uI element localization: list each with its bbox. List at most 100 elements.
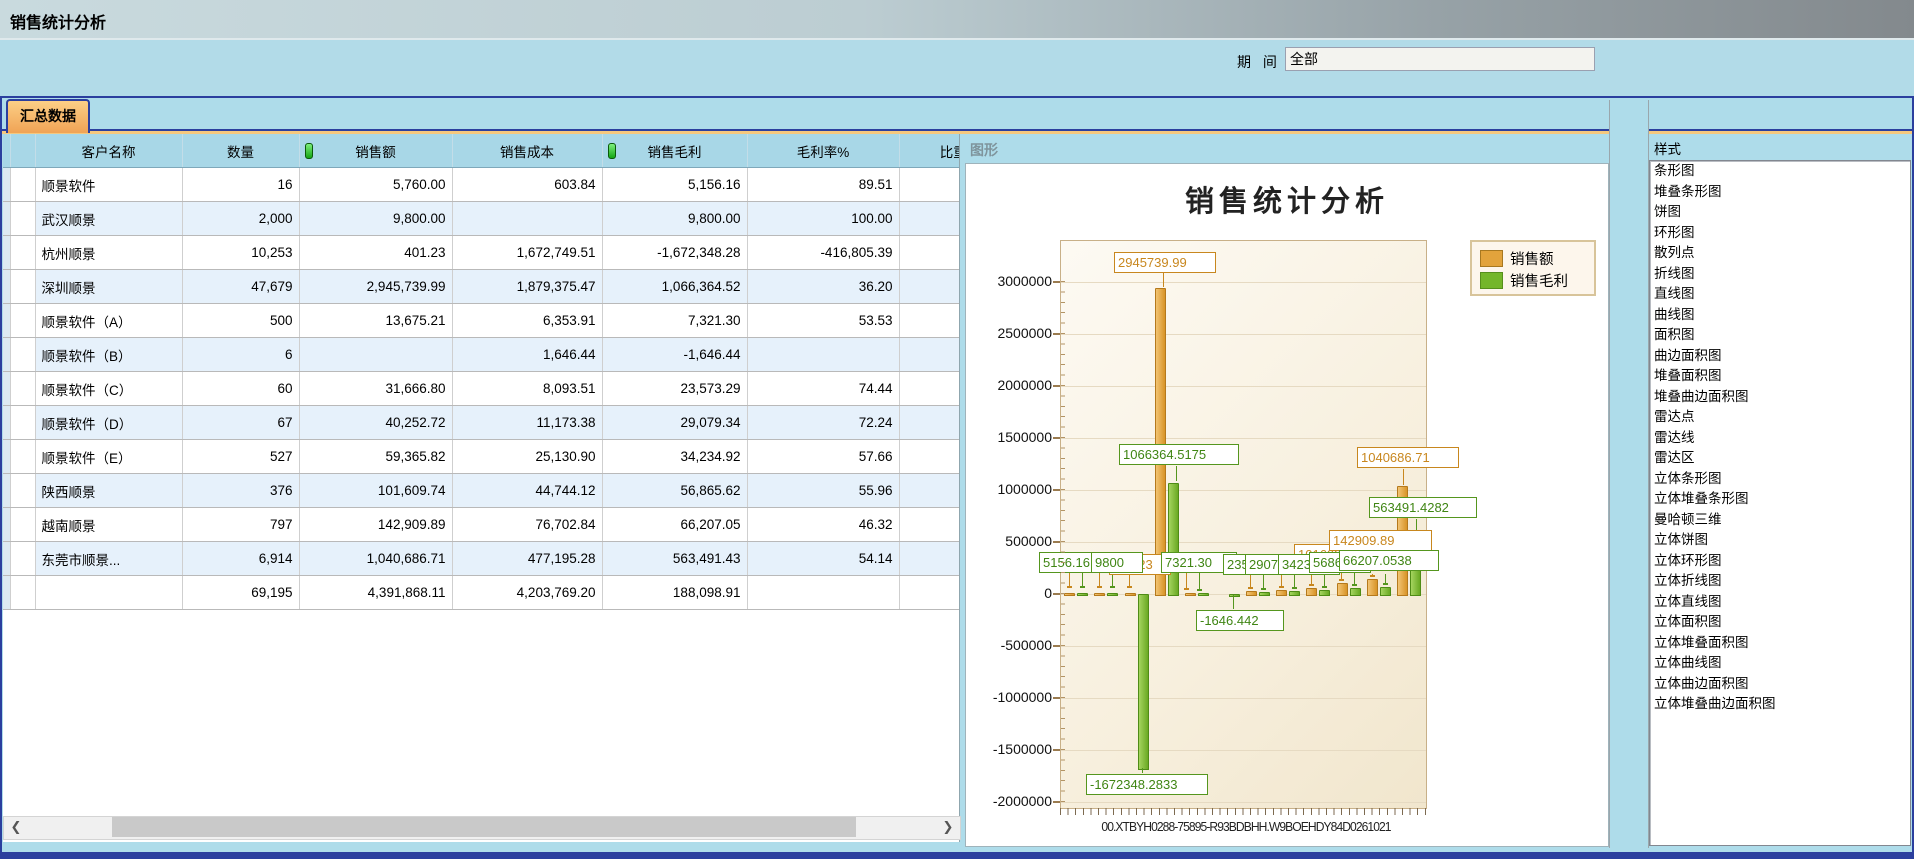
column-header[interactable]: 数量 bbox=[182, 134, 299, 168]
style-list-item[interactable]: 立体环形图 bbox=[1650, 551, 1910, 572]
table-row[interactable]: 越南顺景797142,909.8976,702.8466,207.0546.32 bbox=[3, 508, 960, 542]
style-list-item[interactable]: 立体堆叠曲边面积图 bbox=[1650, 694, 1910, 715]
table-row[interactable]: 顺景软件（E）52759,365.8225,130.9034,234.9257.… bbox=[3, 440, 960, 474]
style-list-item[interactable]: 立体曲边面积图 bbox=[1650, 674, 1910, 695]
table-row[interactable]: 顺景软件（A）50013,675.216,353.917,321.3053.53 bbox=[3, 304, 960, 338]
column-header[interactable] bbox=[10, 134, 35, 168]
table-cell bbox=[899, 508, 960, 542]
table-row[interactable]: 东莞市顺景...6,9141,040,686.71477,195.28563,4… bbox=[3, 542, 960, 576]
style-list-item[interactable]: 立体直线图 bbox=[1650, 592, 1910, 613]
row-header[interactable] bbox=[10, 406, 35, 440]
table-row[interactable]: 顺景软件（C）6031,666.808,093.5123,573.2974.44 bbox=[3, 372, 960, 406]
gridline bbox=[1061, 282, 1426, 283]
row-edge bbox=[3, 542, 10, 576]
row-header[interactable] bbox=[10, 304, 35, 338]
scroll-left-button[interactable]: ❮ bbox=[4, 817, 28, 837]
column-header[interactable]: 销售毛利 bbox=[602, 134, 747, 168]
table-cell: 4,203,769.20 bbox=[452, 576, 602, 610]
style-list-item[interactable]: 雷达点 bbox=[1650, 407, 1910, 428]
style-list-item[interactable]: 面积图 bbox=[1650, 325, 1910, 346]
row-header[interactable] bbox=[10, 338, 35, 372]
style-list-item[interactable]: 立体堆叠面积图 bbox=[1650, 633, 1910, 654]
chart-title: 销售统计分析 bbox=[966, 178, 1608, 220]
table-cell: 16 bbox=[182, 168, 299, 202]
style-list-item[interactable]: 雷达线 bbox=[1650, 428, 1910, 449]
table-row[interactable]: 陕西顺景376101,609.7444,744.1256,865.6255.96 bbox=[3, 474, 960, 508]
total-row[interactable]: 69,1954,391,868.114,203,769.20188,098.91 bbox=[3, 576, 960, 610]
row-header[interactable] bbox=[10, 202, 35, 236]
table-row[interactable]: 顺景软件（B）61,646.44-1,646.44 bbox=[3, 338, 960, 372]
row-edge bbox=[3, 202, 10, 236]
row-header[interactable] bbox=[10, 508, 35, 542]
style-list-item[interactable]: 立体曲线图 bbox=[1650, 653, 1910, 674]
style-panel-label: 样式 bbox=[1654, 138, 1681, 158]
table-row[interactable]: 杭州顺景10,253401.231,672,749.51-1,672,348.2… bbox=[3, 236, 960, 270]
style-list-item[interactable]: 立体饼图 bbox=[1650, 530, 1910, 551]
table-row[interactable]: 顺景软件（D）6740,252.7211,173.3829,079.3472.2… bbox=[3, 406, 960, 440]
scrollbar-thumb[interactable] bbox=[112, 817, 856, 837]
table-row[interactable]: 顺景软件165,760.00603.845,156.1689.51 bbox=[3, 168, 960, 202]
panel-splitter[interactable] bbox=[1609, 100, 1649, 848]
style-list-item[interactable]: 曲边面积图 bbox=[1650, 346, 1910, 367]
table-cell: 6,914 bbox=[182, 542, 299, 576]
column-header[interactable]: 毛利率% bbox=[747, 134, 899, 168]
style-list-item[interactable]: 散列点 bbox=[1650, 243, 1910, 264]
row-header[interactable] bbox=[10, 474, 35, 508]
row-edge bbox=[3, 508, 10, 542]
table-row[interactable]: 武汉顺景2,0009,800.009,800.00100.00 bbox=[3, 202, 960, 236]
bar-gross-profit bbox=[1138, 594, 1149, 770]
scroll-right-button[interactable]: ❯ bbox=[936, 817, 960, 837]
row-header[interactable] bbox=[10, 168, 35, 202]
style-list-item[interactable]: 雷达区 bbox=[1650, 448, 1910, 469]
callout-stem bbox=[1142, 768, 1143, 773]
row-edge bbox=[3, 168, 10, 202]
table-cell: 376 bbox=[182, 474, 299, 508]
table-cell: 顺景软件 bbox=[35, 168, 182, 202]
table-row[interactable]: 深圳顺景47,6792,945,739.991,879,375.471,066,… bbox=[3, 270, 960, 304]
table-cell: 深圳顺景 bbox=[35, 270, 182, 304]
callout-stem-foot bbox=[1110, 586, 1115, 588]
style-list-item[interactable]: 堆叠曲边面积图 bbox=[1650, 387, 1910, 408]
row-header[interactable] bbox=[10, 236, 35, 270]
tab-summary-data[interactable]: 汇总数据 bbox=[6, 99, 90, 133]
table-cell: 顺景软件（C） bbox=[35, 372, 182, 406]
style-list-item[interactable]: 曲线图 bbox=[1650, 305, 1910, 326]
row-header[interactable] bbox=[10, 542, 35, 576]
column-header[interactable]: 销售额 bbox=[299, 134, 452, 168]
table-cell: 76,702.84 bbox=[452, 508, 602, 542]
style-list-item[interactable]: 条形图 bbox=[1650, 161, 1910, 182]
row-header[interactable] bbox=[10, 440, 35, 474]
data-label: -1672348.2833 bbox=[1086, 774, 1208, 795]
style-list-item[interactable]: 立体折线图 bbox=[1650, 571, 1910, 592]
style-list-item[interactable]: 立体面积图 bbox=[1650, 612, 1910, 633]
style-list-item[interactable]: 曼哈顿三维 bbox=[1650, 510, 1910, 531]
column-header[interactable]: 客户名称 bbox=[35, 134, 182, 168]
style-list-item[interactable]: 环形图 bbox=[1650, 223, 1910, 244]
style-list-item[interactable]: 堆叠条形图 bbox=[1650, 182, 1910, 203]
style-list-item[interactable]: 饼图 bbox=[1650, 202, 1910, 223]
column-header[interactable]: 比重( bbox=[899, 134, 960, 168]
style-list-item[interactable]: 立体堆叠条形图 bbox=[1650, 489, 1910, 510]
row-header[interactable] bbox=[10, 576, 35, 610]
table-cell: 4,391,868.11 bbox=[299, 576, 452, 610]
y-axis-tick-label: 500000 bbox=[972, 533, 1052, 549]
style-list-item[interactable]: 堆叠面积图 bbox=[1650, 366, 1910, 387]
y-axis-minor-ticks bbox=[1061, 281, 1065, 802]
bar-sales bbox=[1094, 593, 1105, 596]
column-header[interactable]: 销售成本 bbox=[452, 134, 602, 168]
data-label: -1646.442 bbox=[1196, 610, 1284, 631]
period-input[interactable] bbox=[1285, 47, 1595, 71]
row-header[interactable] bbox=[10, 270, 35, 304]
style-list-item[interactable]: 立体条形图 bbox=[1650, 469, 1910, 490]
callout-stem-foot bbox=[1339, 579, 1344, 581]
summary-table: 客户名称数量销售额销售成本销售毛利毛利率%比重( 顺景软件165,760.006… bbox=[3, 134, 960, 610]
chart-style-listbox[interactable]: 条形图堆叠条形图饼图环形图散列点折线图直线图曲线图面积图曲边面积图堆叠面积图堆叠… bbox=[1649, 160, 1911, 846]
x-axis-labels: 00.XTBYH0288-75895-R93BDBHH.W9BOEHDY84D0… bbox=[1041, 819, 1450, 834]
table-cell: 57.66 bbox=[747, 440, 899, 474]
style-list-item[interactable]: 直线图 bbox=[1650, 284, 1910, 305]
window-bottom-border bbox=[0, 852, 1914, 859]
y-axis-tick-label: 1500000 bbox=[972, 429, 1052, 445]
style-list-item[interactable]: 折线图 bbox=[1650, 264, 1910, 285]
row-header[interactable] bbox=[10, 372, 35, 406]
horizontal-scrollbar[interactable]: ❮ ❯ bbox=[3, 816, 961, 840]
